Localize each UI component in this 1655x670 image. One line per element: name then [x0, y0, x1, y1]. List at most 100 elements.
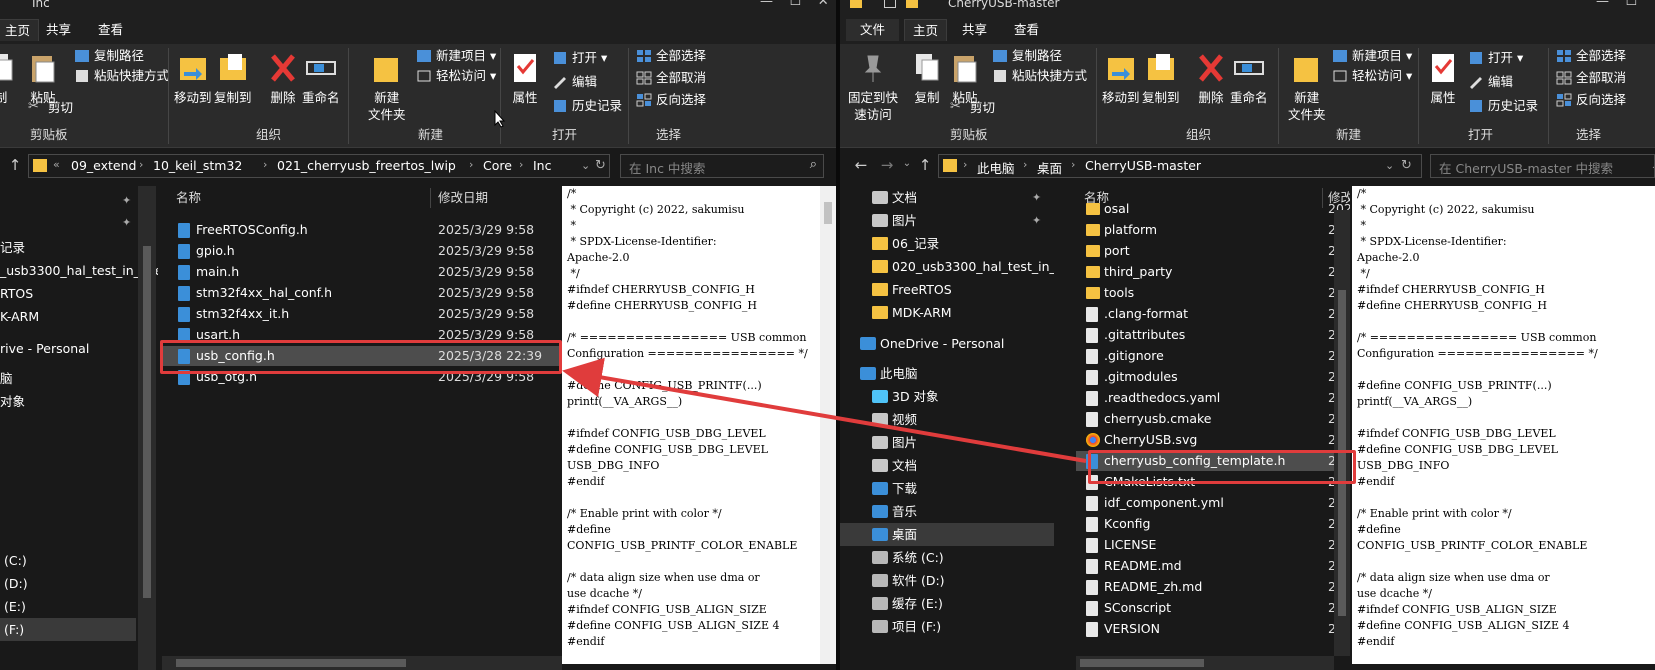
- copy-path-button[interactable]: 复制路径: [992, 46, 1062, 66]
- breadcrumb[interactable]: Inc: [533, 158, 551, 173]
- scrollbar[interactable]: [820, 186, 836, 664]
- nav-item[interactable]: 图片 ✦: [840, 209, 1054, 232]
- nav-item[interactable]: 文档 ✦: [840, 186, 1054, 209]
- table-row[interactable]: main.h 2025/3/29 9:58: [162, 262, 562, 282]
- nav-item[interactable]: (D:): [0, 572, 158, 595]
- easy-access-button[interactable]: 轻松访问 ▾: [1332, 66, 1412, 86]
- new-item-button[interactable]: 新建项目 ▾: [416, 46, 496, 66]
- tab-view[interactable]: 查看: [1006, 19, 1047, 41]
- nav-item[interactable]: 系统 (C:): [840, 546, 1054, 569]
- move-to-button[interactable]: 移动到: [174, 50, 212, 106]
- delete-button[interactable]: 删除: [1194, 50, 1228, 106]
- scrollbar-thumb[interactable]: [1338, 290, 1346, 616]
- scrollbar-thumb[interactable]: [143, 246, 151, 598]
- table-row[interactable]: SConscript202: [1076, 598, 1350, 618]
- refresh-icon[interactable]: ↻: [1401, 158, 1412, 173]
- horizontal-scrollbar[interactable]: [162, 656, 562, 670]
- properties-button[interactable]: 属性: [508, 50, 542, 106]
- table-row[interactable]: .clang-format202: [1076, 304, 1350, 324]
- table-row[interactable]: osal 202: [1076, 199, 1350, 219]
- nav-item[interactable]: OneDrive - Personal: [840, 332, 1054, 355]
- back-arrow-icon[interactable]: ←: [852, 156, 870, 174]
- copy-to-button[interactable]: 复制到: [1142, 50, 1180, 106]
- nav-item[interactable]: 软件 (D:): [840, 569, 1054, 592]
- pin-quick-access-button[interactable]: 固定到快 速访问: [848, 50, 898, 123]
- breadcrumb[interactable]: CherryUSB-master: [1085, 158, 1201, 173]
- table-row[interactable]: port202: [1076, 241, 1350, 261]
- copy-to-button[interactable]: 复制到: [214, 50, 252, 106]
- easy-access-button[interactable]: 轻松访问 ▾: [416, 66, 496, 86]
- column-header-name[interactable]: 名称: [176, 186, 201, 210]
- nav-item[interactable]: 对象: [0, 390, 158, 413]
- chevron-down-icon[interactable]: ⌄: [898, 155, 916, 173]
- tab-home[interactable]: 主页: [904, 19, 948, 41]
- nav-item[interactable]: MDK-ARM: [840, 301, 1054, 324]
- open-button[interactable]: 打开 ▾: [552, 48, 607, 68]
- nav-item[interactable]: 脑: [0, 367, 158, 390]
- new-item-button[interactable]: 新建项目 ▾: [1332, 46, 1412, 66]
- nav-item[interactable]: 06_记录: [840, 232, 1054, 255]
- select-all-button[interactable]: 全部选择: [1556, 46, 1626, 66]
- properties-button[interactable]: 属性: [1426, 50, 1460, 106]
- nav-item[interactable]: 下载: [840, 477, 1054, 500]
- edit-button[interactable]: 编辑: [552, 72, 597, 92]
- nav-item[interactable]: 文档: [840, 454, 1054, 477]
- table-row[interactable]: .gitattributes202: [1076, 325, 1350, 345]
- scrollbar-thumb[interactable]: [1080, 659, 1204, 667]
- title-bar[interactable]: CherryUSB-master — ☐: [840, 0, 1655, 14]
- nav-item[interactable]: 桌面: [840, 523, 1054, 546]
- invert-selection-button[interactable]: 反向选择: [636, 90, 706, 110]
- nav-item[interactable]: 记录: [0, 236, 158, 259]
- paste-shortcut-button[interactable]: 粘贴快捷方式: [992, 66, 1087, 86]
- delete-button[interactable]: 删除: [266, 50, 300, 106]
- table-row[interactable]: README_zh.md202: [1076, 577, 1350, 597]
- tab-home[interactable]: 主页: [0, 19, 40, 41]
- tab-share[interactable]: 共享: [954, 19, 995, 41]
- table-row[interactable]: cherryusb.cmake202: [1076, 409, 1350, 429]
- title-bar[interactable]: Inc — ☐ ✕: [0, 0, 836, 14]
- breadcrumb[interactable]: 021_cherryusb_freertos_lwip: [277, 158, 456, 173]
- history-button[interactable]: 历史记录: [552, 96, 622, 116]
- move-to-button[interactable]: 移动到: [1102, 50, 1140, 106]
- table-row[interactable]: usb_config.h 2025/3/28 22:39: [162, 346, 562, 366]
- nav-item[interactable]: 缓存 (E:): [840, 592, 1054, 615]
- table-row[interactable]: stm32f4xx_hal_conf.h 2025/3/29 9:58: [162, 283, 562, 303]
- nav-item[interactable]: 020_usb3300_hal_test_in_che: [840, 255, 1054, 278]
- tab-file[interactable]: 文件: [846, 19, 900, 41]
- table-row[interactable]: CMakeLists.txt202: [1076, 472, 1350, 492]
- table-row[interactable]: usart.h 2025/3/29 9:58: [162, 325, 562, 345]
- select-all-button[interactable]: 全部选择: [636, 46, 706, 66]
- table-row[interactable]: cherryusb_config_template.h202: [1076, 451, 1350, 471]
- table-row[interactable]: CherryUSB.svg202: [1076, 430, 1350, 450]
- copy-path-button[interactable]: 复制路径: [74, 46, 144, 66]
- nav-item[interactable]: 音乐: [840, 500, 1054, 523]
- up-arrow-icon[interactable]: ↑: [6, 156, 24, 174]
- table-row[interactable]: FreeRTOSConfig.h 2025/3/29 9:58: [162, 220, 562, 240]
- table-row[interactable]: VERSION202: [1076, 619, 1350, 639]
- copy-button[interactable]: 复制: [910, 50, 944, 106]
- search-input[interactable]: 在 CherryUSB-master 中搜索 ⌕: [1430, 154, 1655, 178]
- column-divider[interactable]: [430, 188, 431, 208]
- refresh-icon[interactable]: ↻: [595, 158, 606, 173]
- breadcrumb[interactable]: 桌面: [1037, 158, 1062, 177]
- breadcrumb[interactable]: Core: [483, 158, 512, 173]
- tab-view[interactable]: 查看: [90, 19, 131, 41]
- breadcrumb[interactable]: 09_extend: [71, 158, 136, 173]
- table-row[interactable]: README.md202: [1076, 556, 1350, 576]
- table-row[interactable]: .gitignore202: [1076, 346, 1350, 366]
- cut-button[interactable]: ✂ 剪切: [950, 98, 995, 118]
- chevron-down-icon[interactable]: ⌄: [581, 159, 590, 172]
- scrollbar-thumb[interactable]: [176, 659, 406, 667]
- paste-shortcut-button[interactable]: 粘贴快捷方式: [74, 66, 169, 86]
- breadcrumb[interactable]: 10_keil_stm32: [153, 158, 242, 173]
- chevron-down-icon[interactable]: ⌄: [1385, 159, 1394, 172]
- breadcrumb[interactable]: 此电脑: [977, 158, 1015, 177]
- nav-item[interactable]: rive - Personal: [0, 337, 158, 360]
- rename-button[interactable]: 重命名: [1230, 50, 1268, 106]
- nav-item[interactable]: 图片: [840, 431, 1054, 454]
- forward-arrow-icon[interactable]: →: [878, 156, 896, 174]
- history-button[interactable]: 历史记录: [1468, 96, 1538, 116]
- horizontal-scrollbar[interactable]: [1076, 656, 1334, 670]
- up-arrow-icon[interactable]: ↑: [916, 156, 934, 174]
- cut-button[interactable]: ✂ 剪切: [28, 98, 73, 118]
